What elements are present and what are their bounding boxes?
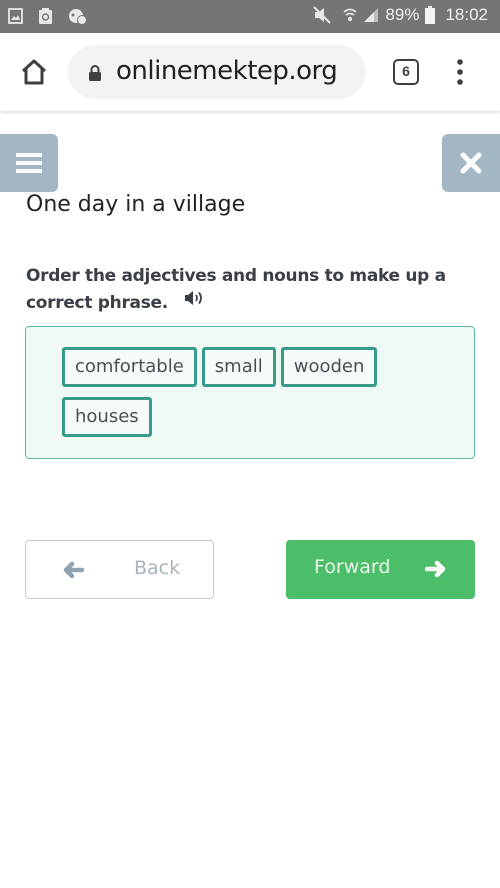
speaker-icon[interactable] <box>184 288 204 315</box>
page-title: One day in a village <box>26 192 246 217</box>
word-chip[interactable]: comfortable <box>62 347 197 387</box>
status-bar: 89% 18:02 <box>0 0 500 33</box>
word-chip-list: comfortable small wooden houses <box>62 347 442 437</box>
battery-percent: 89% <box>385 5 420 24</box>
recycle-clipboard-icon <box>38 7 53 25</box>
chat-bubble-icon <box>68 7 88 25</box>
home-icon <box>21 59 47 85</box>
back-label: Back <box>134 557 181 579</box>
clock-time: 18:02 <box>445 5 488 24</box>
browser-toolbar: onlinemektep.org 6 <box>0 33 500 111</box>
tab-switcher-button[interactable]: 6 <box>393 59 419 85</box>
menu-button[interactable] <box>0 134 58 192</box>
wifi-icon <box>343 7 357 23</box>
arrow-left-icon <box>62 561 85 583</box>
instruction-text: Order the adjectives and nouns to make u… <box>26 266 446 313</box>
task-instruction: Order the adjectives and nouns to make u… <box>26 263 486 317</box>
more-vert-icon[interactable] <box>452 57 468 87</box>
lock-icon <box>88 65 102 81</box>
gallery-icon <box>8 7 23 25</box>
arrow-right-icon <box>424 560 447 582</box>
battery-icon <box>425 6 436 24</box>
signal-icon <box>363 7 379 23</box>
hamburger-icon <box>16 153 42 173</box>
word-chip[interactable]: houses <box>62 397 152 437</box>
address-bar[interactable]: onlinemektep.org <box>68 45 366 99</box>
close-button[interactable] <box>442 134 500 192</box>
word-chip[interactable]: small <box>201 347 276 387</box>
word-chip[interactable]: wooden <box>280 347 378 387</box>
word-order-area[interactable]: comfortable small wooden houses <box>25 326 475 459</box>
home-button[interactable] <box>18 56 50 88</box>
url-text: onlinemektep.org <box>116 56 338 86</box>
back-button[interactable]: Back <box>25 540 214 599</box>
close-icon <box>460 152 482 174</box>
forward-button[interactable]: Forward <box>286 540 475 599</box>
mute-icon <box>313 6 332 24</box>
forward-label: Forward <box>314 556 391 578</box>
